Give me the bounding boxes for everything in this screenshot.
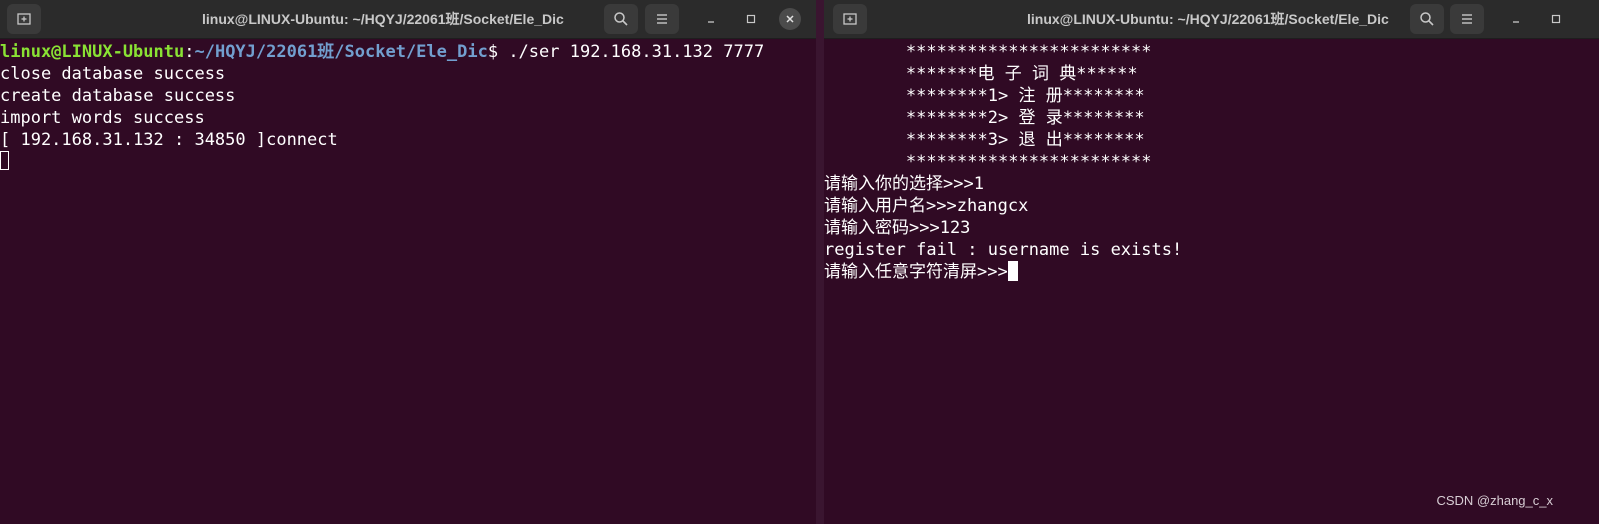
menu-line: ********2> 登 录******** <box>824 108 1145 128</box>
menu-button[interactable] <box>1450 4 1484 34</box>
maximize-button[interactable] <box>1545 8 1567 30</box>
menu-line: *******电 子 词 典****** <box>824 64 1138 84</box>
output-line: import words success <box>0 108 205 128</box>
session-line: 请输入你的选择>>>1 <box>824 174 984 194</box>
menu-line: ********1> 注 册******** <box>824 86 1145 106</box>
prompt-separator: : <box>184 42 195 62</box>
output-line: close database success <box>0 64 226 84</box>
maximize-button[interactable] <box>740 8 762 30</box>
output-line: create database success <box>0 86 236 106</box>
new-tab-icon <box>17 13 31 25</box>
close-button[interactable] <box>779 8 801 30</box>
right-titlebar: linux@LINUX-Ubuntu: ~/HQYJ/22061班/Socket… <box>824 0 1599 39</box>
right-terminal-output[interactable]: ************************ *******电 子 词 典*… <box>824 41 1599 524</box>
left-terminal-output[interactable]: linux@LINUX-Ubuntu:~/HQYJ/22061班/Socket/… <box>0 41 816 524</box>
minimize-icon <box>708 21 714 23</box>
minimize-icon <box>1513 21 1519 23</box>
session-line: 请输入密码>>>123 <box>824 218 971 238</box>
close-icon <box>786 15 794 23</box>
maximize-icon <box>1551 14 1561 24</box>
menu-line: ************************ <box>824 152 1152 172</box>
clear-prompt-line: 请输入任意字符清屏>>> <box>824 261 1599 283</box>
new-tab-icon <box>843 13 857 25</box>
left-titlebar: linux@LINUX-Ubuntu: ~/HQYJ/22061班/Socket… <box>0 0 816 39</box>
cursor-line <box>0 151 816 173</box>
command-text: ./ser 192.168.31.132 7777 <box>498 42 765 62</box>
right-terminal-window: linux@LINUX-Ubuntu: ~/HQYJ/22061班/Socket… <box>824 0 1599 524</box>
text-cursor <box>1007 261 1018 281</box>
new-tab-button[interactable] <box>7 4 41 34</box>
search-icon <box>1420 12 1434 26</box>
menu-line: ********3> 退 出******** <box>824 130 1145 150</box>
output-line: [ 192.168.31.132 : 34850 ]connect <box>0 130 338 150</box>
session-line: register fail : username is exists! <box>824 240 1183 260</box>
prompt-symbol: $ <box>487 42 499 62</box>
search-button[interactable] <box>604 4 638 34</box>
session-line: 请输入用户名>>>zhangcx <box>824 196 1029 216</box>
prompt-user-host: linux@LINUX-Ubuntu <box>0 42 185 62</box>
maximize-icon <box>746 14 756 24</box>
window-divider <box>816 0 824 524</box>
minimize-button[interactable] <box>1505 8 1527 30</box>
prompt-path: ~/HQYJ/22061班/Socket/Ele_Dic <box>194 42 488 62</box>
window-title: linux@LINUX-Ubuntu: ~/HQYJ/22061班/Socket… <box>202 11 564 27</box>
search-icon <box>614 12 628 26</box>
text-cursor <box>0 151 9 170</box>
command-line: linux@LINUX-Ubuntu:~/HQYJ/22061班/Socket/… <box>0 41 816 63</box>
minimize-button[interactable] <box>700 8 722 30</box>
menu-line: ************************ <box>824 42 1152 62</box>
hamburger-menu-icon <box>657 14 667 24</box>
search-button[interactable] <box>1410 4 1444 34</box>
clear-prompt-text: 请输入任意字符清屏>>> <box>824 262 1008 282</box>
menu-button[interactable] <box>645 4 679 34</box>
watermark: CSDN @zhang_c_x <box>1436 493 1553 508</box>
hamburger-menu-icon <box>1462 14 1472 24</box>
left-terminal-window: linux@LINUX-Ubuntu: ~/HQYJ/22061班/Socket… <box>0 0 816 524</box>
window-title: linux@LINUX-Ubuntu: ~/HQYJ/22061班/Socket… <box>1027 11 1389 27</box>
new-tab-button[interactable] <box>833 4 867 34</box>
